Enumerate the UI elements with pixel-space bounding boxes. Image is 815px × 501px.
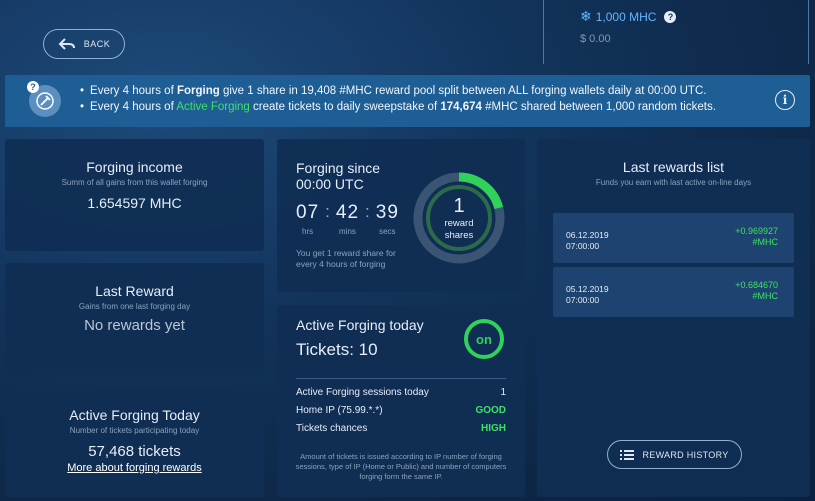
- timer-hours: 07: [296, 202, 320, 223]
- stat-row-chances: Tickets chances HIGH: [296, 423, 506, 441]
- banner-line-1: Every 4 hours of Forging give 1 share in…: [80, 83, 716, 99]
- info-banner: ? Every 4 hours of Forging give 1 share …: [5, 75, 810, 127]
- stat-value: GOOD: [475, 405, 506, 416]
- balance-value: 1,000 MHC: [595, 9, 657, 24]
- active-forging-stats: Active Forging sessions today 1 Home IP …: [296, 387, 506, 441]
- reward-row: 06.12.2019 07:00:00 +0.969927 #MHC: [553, 213, 794, 263]
- active-forging-today-subtitle: Number of tickets participating today: [69, 426, 200, 435]
- on-status-badge: on: [464, 319, 504, 359]
- info-icon[interactable]: i: [775, 90, 795, 110]
- forging-since-card: Forging since 00:00 UTC 07 hrs : 42 mins…: [277, 139, 525, 292]
- right-divider: [808, 0, 809, 64]
- active-forging-note: Amount of tickets is issued according to…: [295, 452, 507, 481]
- back-button[interactable]: BACK: [43, 29, 125, 59]
- timer-seconds-label: secs: [379, 227, 396, 236]
- reward-shares-text: 1 reward shares: [411, 170, 507, 266]
- timer-separator: :: [325, 202, 330, 221]
- last-reward-subtitle: Gains from one last forging day: [78, 302, 191, 311]
- balance: ❄ 1,000 MHC ?: [580, 8, 677, 25]
- banner-line-2: Every 4 hours of Active Forging create t…: [80, 99, 716, 115]
- banner-text: Every 4 hours of Forging give 1 share in…: [80, 83, 716, 115]
- forging-income-subtitle: Summ of all gains from this wallet forgi…: [61, 178, 208, 187]
- forging-income-value: 1.654597 MHC: [87, 195, 182, 211]
- stat-value: HIGH: [481, 423, 506, 434]
- rewards-list-subtitle: Funds you earn with last active on-line …: [595, 178, 752, 187]
- pickaxe-icon: [36, 92, 54, 110]
- active-forging-today-value: 57,468 tickets: [88, 443, 181, 460]
- forging-income-title: Forging income: [86, 159, 183, 175]
- last-reward-value: No rewards yet: [84, 317, 185, 334]
- back-arrow-icon: [58, 38, 75, 50]
- stat-label: Active Forging sessions today: [296, 387, 429, 398]
- reward-shares-count: 1: [453, 194, 465, 217]
- reward-shares-label-2: shares: [444, 229, 474, 241]
- last-reward-title: Last Reward: [95, 283, 174, 299]
- stat-row-sessions: Active Forging sessions today 1: [296, 387, 506, 405]
- help-icon[interactable]: ?: [664, 10, 677, 23]
- top-bar: BACK ❄ 1,000 MHC ? $ 0.00: [0, 0, 815, 75]
- timer-minutes: 42: [335, 202, 360, 223]
- rewards-list-card: Last rewards list Funds you earn with la…: [537, 139, 810, 497]
- top-divider: [543, 0, 544, 64]
- active-forging-today-card: Active Forging Today Number of tickets p…: [5, 387, 264, 497]
- reward-shares-label-1: reward: [444, 217, 474, 229]
- active-forging-today-title: Active Forging Today: [69, 407, 200, 423]
- active-forging-title: Active Forging today: [296, 317, 424, 333]
- back-label: BACK: [83, 39, 111, 49]
- reward-date: 06.12.2019 07:00:00: [566, 230, 609, 251]
- active-forging-card: Active Forging today Tickets: 10 on Acti…: [277, 305, 525, 497]
- balance-usd: $ 0.00: [580, 33, 611, 45]
- rewards-list-title: Last rewards list: [622, 159, 725, 175]
- question-icon[interactable]: ?: [27, 81, 39, 93]
- reward-amount: +0.969927 #MHC: [735, 226, 778, 247]
- timer-separator: :: [365, 202, 370, 221]
- reward-history-button[interactable]: REWARD HISTORY: [607, 440, 742, 469]
- timer-hours-label: hrs: [302, 227, 314, 236]
- forging-rewards-link[interactable]: More about forging rewards: [5, 462, 264, 474]
- stat-label: Tickets chances: [296, 423, 368, 434]
- timer-minutes-label: mins: [339, 227, 356, 236]
- forging-income-card: Forging income Summ of all gains from th…: [5, 139, 264, 251]
- timer-seconds: 39: [375, 202, 399, 223]
- reward-amount: +0.684670 #MHC: [735, 280, 778, 301]
- forging-since-title: Forging since 00:00 UTC: [296, 160, 381, 192]
- divider: [296, 378, 506, 379]
- snowflake-icon: ❄: [580, 8, 592, 24]
- stat-label: Home IP (75.99.*.*): [296, 405, 383, 416]
- stat-value: 1: [500, 387, 506, 398]
- forging-timer: 07 hrs : 42 mins : 39 secs: [296, 202, 399, 236]
- forging-badge-icon: ?: [27, 81, 61, 117]
- reward-row: 05.12.2019 07:00:00 +0.684670 #MHC: [553, 267, 794, 317]
- last-reward-card: Last Reward Gains from one last forging …: [5, 263, 264, 375]
- stat-row-home-ip: Home IP (75.99.*.*) GOOD: [296, 405, 506, 423]
- forging-since-note: You get 1 reward share for every 4 hours…: [296, 248, 396, 269]
- reward-history-label: REWARD HISTORY: [642, 449, 729, 460]
- reward-date: 05.12.2019 07:00:00: [566, 284, 609, 305]
- tickets-count: Tickets: 10: [296, 340, 378, 359]
- list-icon: [620, 449, 635, 460]
